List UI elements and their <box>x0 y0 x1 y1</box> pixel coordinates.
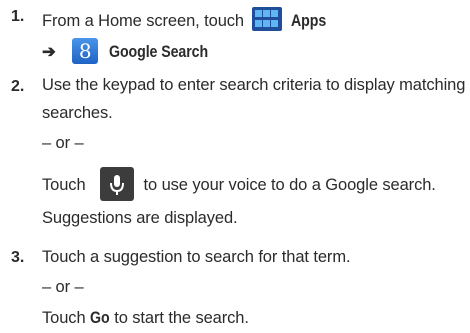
or-separator: – or – <box>42 278 84 296</box>
step-number: 3. <box>11 249 25 266</box>
google-search-label: Google Search <box>108 43 208 61</box>
apps-label: Apps <box>290 12 327 30</box>
apps-grid-icon <box>252 7 283 31</box>
touch-suffix: to use your voice to do a Google search. <box>143 176 436 194</box>
step-text: Use the keypad to enter search criteria … <box>42 76 466 94</box>
go-label: Go <box>90 309 110 327</box>
touch-label: Touch <box>42 176 86 194</box>
step-text: From a Home screen, touch <box>42 12 244 30</box>
step-text: searches. <box>42 104 113 122</box>
step-text: Touch a suggestion to search for that te… <box>42 248 351 266</box>
touch-suffix: to start the search. <box>114 309 249 327</box>
step-number: 1. <box>11 8 25 25</box>
google-search-icon: 8 <box>72 38 99 64</box>
result-text: Suggestions are displayed. <box>42 209 238 227</box>
or-separator: – or – <box>42 134 84 152</box>
microphone-icon <box>99 167 134 201</box>
touch-label: Touch <box>42 309 86 327</box>
step-2-touch-line: Touch to use your voice to do a Google s… <box>42 167 436 201</box>
step-3-touch-line: Touch Go to start the search. <box>42 309 249 328</box>
arrow-right-icon: ➔ <box>42 43 56 61</box>
step-number: 2. <box>11 78 25 95</box>
step-1-line-2: ➔ 8 Google Search. <box>42 38 208 64</box>
step-1-line-1: From a Home screen, touch Apps <box>42 7 332 31</box>
